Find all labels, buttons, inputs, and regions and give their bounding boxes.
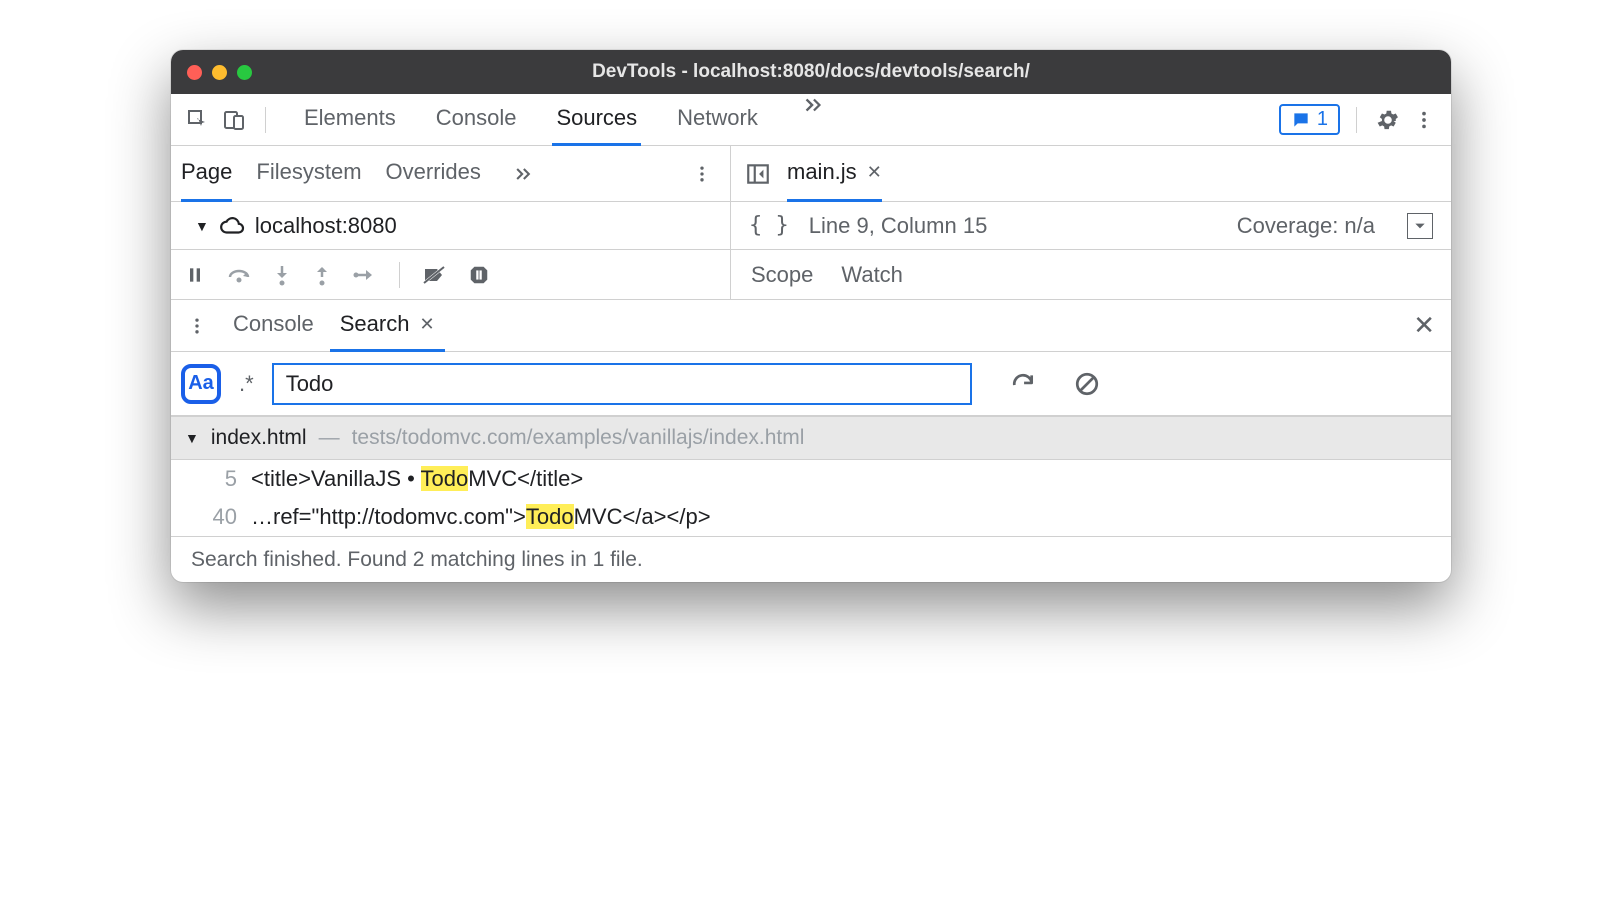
line-number: 40	[193, 504, 237, 530]
navigator-tab-overrides[interactable]: Overrides	[386, 146, 481, 202]
result-file-header[interactable]: ▼ index.html — tests/todomvc.com/example…	[171, 416, 1451, 460]
feedback-count: 1	[1317, 108, 1328, 131]
line-number: 5	[193, 466, 237, 492]
step-out-icon[interactable]	[313, 264, 331, 286]
device-toggle-icon[interactable]	[219, 105, 249, 135]
watch-tab[interactable]: Watch	[841, 262, 903, 288]
tree-status-row: ▼ localhost:8080 { } Line 9, Column 15 C…	[171, 202, 1451, 250]
step-into-icon[interactable]	[273, 264, 291, 286]
search-results: ▼ index.html — tests/todomvc.com/example…	[171, 416, 1451, 536]
feedback-button[interactable]: 1	[1279, 104, 1340, 135]
drawer-kebab-icon[interactable]	[177, 316, 217, 336]
debugger-sidebar-tabs: Scope Watch	[731, 250, 1451, 299]
drawer-tab-search-label: Search	[340, 311, 410, 337]
window-titlebar: DevTools - localhost:8080/docs/devtools/…	[171, 50, 1451, 94]
inspect-element-icon[interactable]	[183, 105, 213, 135]
tree-host-label: localhost:8080	[255, 213, 397, 239]
toggle-navigator-icon[interactable]	[745, 161, 771, 187]
deactivate-breakpoints-icon[interactable]	[422, 265, 446, 285]
navigator-tabs: Page Filesystem Overrides	[171, 146, 731, 201]
sources-subheader: Page Filesystem Overrides main.js ✕	[171, 146, 1451, 202]
window-title: DevTools - localhost:8080/docs/devtools/…	[171, 61, 1451, 83]
close-file-tab-icon[interactable]: ✕	[867, 162, 882, 183]
zoom-window-button[interactable]	[237, 65, 252, 80]
line-code: <title>VanillaJS • TodoMVC</title>	[251, 466, 583, 492]
settings-icon[interactable]	[1373, 105, 1403, 135]
navigator-kebab-icon[interactable]	[684, 164, 720, 184]
expand-triangle-icon[interactable]: ▼	[195, 218, 209, 234]
toolbar-divider	[265, 107, 266, 133]
result-line[interactable]: 5 <title>VanillaJS • TodoMVC</title>	[171, 460, 1451, 498]
close-drawer-icon[interactable]: ✕	[1413, 310, 1435, 341]
tab-sources[interactable]: Sources	[552, 94, 641, 146]
devtools-window: DevTools - localhost:8080/docs/devtools/…	[171, 50, 1451, 582]
navigator-tab-filesystem[interactable]: Filesystem	[256, 146, 361, 202]
result-file-dash: —	[319, 426, 340, 450]
navigator-more-icon[interactable]	[505, 164, 541, 184]
editor-file-tab[interactable]: main.js ✕	[787, 146, 882, 202]
toolbar-divider	[1356, 107, 1357, 133]
traffic-lights	[187, 65, 252, 80]
debugger-divider	[399, 262, 400, 288]
navigator-tab-page[interactable]: Page	[181, 146, 232, 202]
debugger-toolbar-row: Scope Watch	[171, 250, 1451, 300]
scope-tab[interactable]: Scope	[751, 262, 813, 288]
match-highlight: Todo	[421, 466, 469, 491]
tab-network[interactable]: Network	[673, 94, 762, 146]
cloud-icon	[219, 213, 245, 239]
refresh-search-icon[interactable]	[1010, 371, 1036, 397]
pretty-print-icon[interactable]: { }	[749, 213, 789, 238]
editor-tabstrip: main.js ✕	[731, 146, 1451, 201]
search-toolbar: Aa .*	[171, 352, 1451, 416]
close-window-button[interactable]	[187, 65, 202, 80]
kebab-menu-icon[interactable]	[1409, 105, 1439, 135]
line-code: …ref="http://todomvc.com">TodoMVC</a></p…	[251, 504, 711, 530]
search-status: Search finished. Found 2 matching lines …	[171, 536, 1451, 582]
step-icon[interactable]	[353, 266, 377, 284]
chat-icon	[1291, 110, 1311, 130]
match-highlight: Todo	[526, 504, 574, 529]
pause-on-exceptions-icon[interactable]	[468, 264, 490, 286]
step-over-icon[interactable]	[227, 265, 251, 285]
tab-elements[interactable]: Elements	[300, 94, 400, 146]
drawer-tab-search[interactable]: Search ✕	[330, 300, 445, 352]
collapse-triangle-icon[interactable]: ▼	[185, 430, 199, 446]
file-tree-host[interactable]: ▼ localhost:8080	[171, 202, 731, 249]
drawer-tab-console[interactable]: Console	[223, 300, 324, 352]
cursor-position: Line 9, Column 15	[809, 213, 988, 239]
match-case-button[interactable]: Aa	[181, 364, 221, 404]
editor-dropdown-icon[interactable]	[1407, 213, 1433, 239]
drawer-tabstrip: Console Search ✕ ✕	[171, 300, 1451, 352]
pause-icon[interactable]	[185, 265, 205, 285]
coverage-status: Coverage: n/a	[1237, 213, 1375, 239]
editor-statusbar: { } Line 9, Column 15 Coverage: n/a	[731, 202, 1451, 249]
main-tabs: Elements Console Sources Network	[300, 94, 832, 146]
tab-console[interactable]: Console	[432, 94, 521, 146]
main-toolbar: Elements Console Sources Network 1	[171, 94, 1451, 146]
clear-search-icon[interactable]	[1074, 371, 1100, 397]
minimize-window-button[interactable]	[212, 65, 227, 80]
result-file-path: tests/todomvc.com/examples/vanillajs/ind…	[352, 426, 805, 450]
debugger-controls	[171, 250, 731, 299]
file-tab-label: main.js	[787, 159, 857, 185]
close-drawer-tab-icon[interactable]: ✕	[419, 314, 434, 335]
more-tabs-icon[interactable]	[794, 94, 832, 146]
regex-button[interactable]: .*	[235, 371, 258, 397]
search-input[interactable]	[272, 363, 972, 405]
result-file-name: index.html	[211, 426, 307, 450]
result-line[interactable]: 40 …ref="http://todomvc.com">TodoMVC</a>…	[171, 498, 1451, 536]
